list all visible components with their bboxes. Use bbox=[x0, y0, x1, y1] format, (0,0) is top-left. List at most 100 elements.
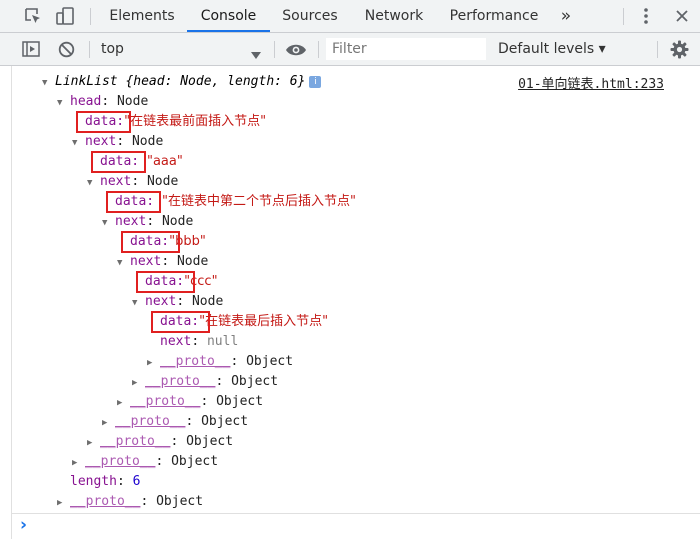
console-prompt[interactable]: › bbox=[11, 513, 700, 539]
tab-sources[interactable]: Sources bbox=[276, 0, 344, 32]
property-value: : Object bbox=[215, 374, 279, 389]
property-value: : Object bbox=[200, 394, 264, 409]
property-value: Node bbox=[131, 134, 164, 149]
property-key: __proto__ bbox=[70, 494, 141, 509]
tree-row-next[interactable]: ▼ next: Node bbox=[87, 172, 178, 192]
toolbar-separator bbox=[318, 41, 319, 58]
devtools-tabbar: Elements Console Sources Network Perform… bbox=[0, 0, 700, 33]
highlight-box bbox=[91, 151, 146, 173]
property-value: Node bbox=[191, 294, 224, 309]
property-key: next bbox=[85, 134, 117, 149]
property-value: : Object bbox=[230, 354, 294, 369]
tree-row-next[interactable]: ▼ next: Node bbox=[132, 292, 223, 312]
highlight-box bbox=[151, 311, 210, 333]
property-value: Node bbox=[176, 254, 209, 269]
tree-row-next[interactable]: ▼ next: Node bbox=[117, 252, 208, 272]
highlight-box bbox=[76, 111, 131, 133]
collapsed-triangle-icon[interactable]: ▶ bbox=[102, 413, 115, 433]
property-key: __proto__ bbox=[115, 414, 186, 429]
filter-input[interactable]: Filter bbox=[326, 38, 486, 60]
device-toolbar-icon[interactable] bbox=[55, 6, 75, 26]
property-value: Node bbox=[116, 94, 149, 109]
property-key: next bbox=[100, 174, 132, 189]
collapsed-triangle-icon[interactable]: ▶ bbox=[72, 453, 85, 473]
collapsed-triangle-icon[interactable]: ▶ bbox=[132, 373, 145, 393]
tree-row-length[interactable]: length: 6 bbox=[70, 472, 140, 492]
string-value: "在链表最后插入节点" bbox=[199, 314, 329, 329]
tree-row-proto[interactable]: ▶ __proto__: Object bbox=[117, 392, 263, 412]
tab-network[interactable]: Network bbox=[358, 0, 430, 32]
string-value: "在链表最前面插入节点" bbox=[124, 114, 267, 129]
property-value: : Object bbox=[140, 494, 204, 509]
tree-row-proto[interactable]: ▶ __proto__: Object bbox=[72, 452, 218, 472]
expand-triangle-icon[interactable]: ▼ bbox=[102, 213, 115, 233]
tree-row-proto[interactable]: ▶ __proto__: Object bbox=[147, 352, 293, 372]
tree-row-proto[interactable]: ▶ __proto__: Object bbox=[57, 492, 203, 512]
tree-row-root[interactable]: ▼ LinkList {head: Node, length: 6} i bbox=[42, 72, 322, 93]
close-icon[interactable] bbox=[674, 8, 690, 24]
property-value: : Object bbox=[185, 414, 249, 429]
property-key: next bbox=[130, 254, 162, 269]
collapsed-triangle-icon[interactable]: ▶ bbox=[87, 433, 100, 453]
expand-triangle-icon[interactable]: ▼ bbox=[117, 253, 130, 273]
property-key: next bbox=[145, 294, 177, 309]
property-key: __proto__ bbox=[160, 354, 231, 369]
prompt-chevron-icon: › bbox=[20, 515, 28, 535]
property-key: next bbox=[160, 334, 192, 349]
context-dropdown-icon[interactable] bbox=[251, 45, 261, 59]
property-key: __proto__ bbox=[145, 374, 216, 389]
property-value: Node bbox=[146, 174, 179, 189]
console-toolbar: top Filter Default levels ▾ bbox=[0, 33, 700, 66]
context-selector[interactable]: top bbox=[101, 33, 124, 65]
property-value: Node bbox=[161, 214, 194, 229]
settings-gear-icon[interactable] bbox=[670, 40, 689, 59]
property-key: next bbox=[115, 214, 147, 229]
null-value: null bbox=[206, 334, 239, 349]
tree-row-next-null[interactable]: next: null bbox=[160, 332, 238, 352]
tree-row-next[interactable]: ▼ next: Node bbox=[102, 212, 193, 232]
expand-triangle-icon[interactable]: ▼ bbox=[132, 293, 145, 313]
property-key: head bbox=[70, 94, 102, 109]
tree-row-proto[interactable]: ▶ __proto__: Object bbox=[102, 412, 248, 432]
highlight-box bbox=[136, 271, 195, 293]
toolbar-separator bbox=[274, 41, 275, 58]
property-value: : Object bbox=[155, 454, 219, 469]
log-levels-dropdown[interactable]: Default levels ▾ bbox=[498, 33, 606, 65]
tabbar-separator bbox=[623, 8, 624, 25]
collapsed-triangle-icon[interactable]: ▶ bbox=[117, 393, 130, 413]
expand-triangle-icon[interactable]: ▼ bbox=[87, 173, 100, 193]
highlight-box bbox=[121, 231, 180, 253]
number-value: 6 bbox=[132, 474, 141, 489]
kebab-menu-icon[interactable] bbox=[640, 7, 652, 25]
expand-triangle-icon[interactable]: ▼ bbox=[42, 73, 55, 93]
tab-console[interactable]: Console bbox=[187, 0, 270, 32]
string-value: "aaa" bbox=[146, 154, 183, 169]
tree-row-proto[interactable]: ▶ __proto__: Object bbox=[132, 372, 278, 392]
property-key: __proto__ bbox=[100, 434, 171, 449]
property-key: length bbox=[70, 474, 117, 489]
show-sidebar-icon[interactable] bbox=[22, 41, 40, 57]
tab-elements[interactable]: Elements bbox=[103, 0, 181, 32]
more-tabs-button[interactable]: » bbox=[553, 0, 579, 32]
collapsed-triangle-icon[interactable]: ▶ bbox=[57, 493, 70, 513]
inspect-element-icon[interactable] bbox=[24, 7, 42, 25]
tabbar-separator bbox=[90, 8, 91, 25]
highlight-box bbox=[106, 191, 161, 213]
string-value: "在链表中第二个节点后插入节点" bbox=[161, 194, 356, 209]
tree-row-next[interactable]: ▼ next: Node bbox=[72, 132, 163, 152]
tree-row-proto[interactable]: ▶ __proto__: Object bbox=[87, 432, 233, 452]
clear-console-icon[interactable] bbox=[58, 41, 75, 58]
object-preview: LinkList {head: Node, length: 6} bbox=[55, 74, 306, 89]
property-key: __proto__ bbox=[85, 454, 156, 469]
toolbar-separator bbox=[657, 41, 658, 58]
toolbar-separator bbox=[89, 41, 90, 58]
tab-performance[interactable]: Performance bbox=[445, 0, 543, 32]
tree-row-head[interactable]: ▼ head: Node bbox=[57, 92, 148, 112]
expand-triangle-icon[interactable]: ▼ bbox=[57, 93, 70, 113]
expand-triangle-icon[interactable]: ▼ bbox=[72, 133, 85, 153]
collapsed-triangle-icon[interactable]: ▶ bbox=[147, 353, 160, 373]
property-value: : Object bbox=[170, 434, 234, 449]
property-key: __proto__ bbox=[130, 394, 201, 409]
live-expression-eye-icon[interactable] bbox=[285, 42, 307, 56]
info-icon[interactable]: i bbox=[309, 75, 322, 88]
